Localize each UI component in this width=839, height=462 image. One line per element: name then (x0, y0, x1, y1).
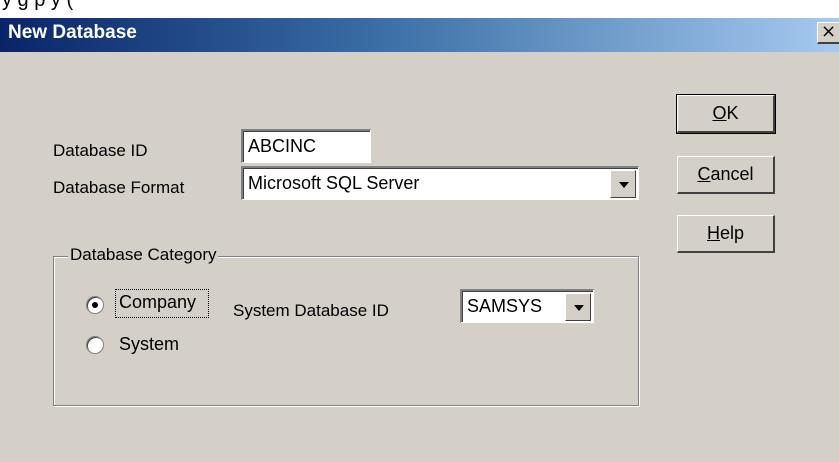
dialog-titlebar[interactable]: New Database × (0, 18, 839, 52)
background-window-text-content: y g p y ( (2, 0, 74, 11)
chevron-down-icon[interactable] (565, 293, 591, 321)
system-label[interactable]: System (119, 334, 179, 354)
system-database-id-label: System Database ID (233, 301, 389, 320)
dialog-title: New Database (8, 22, 137, 43)
company-radio[interactable] (86, 296, 104, 314)
cancel-button[interactable]: Cancel (677, 156, 775, 194)
cancel-accelerator: C (697, 164, 711, 184)
system-radio[interactable] (86, 336, 104, 354)
ok-button[interactable]: OK (676, 94, 776, 134)
close-icon: × (820, 21, 837, 42)
database-format-value: Microsoft SQL Server (248, 173, 420, 193)
database-id-label: Database ID (53, 141, 148, 160)
database-format-select[interactable]: Microsoft SQL Server (241, 166, 639, 200)
radio-selected-icon (92, 302, 98, 308)
company-label[interactable]: Company (119, 292, 196, 312)
database-category-legend: Database Category (68, 244, 219, 266)
ok-accelerator: O (712, 103, 727, 123)
chevron-down-icon[interactable] (610, 170, 636, 198)
help-accelerator: H (706, 223, 720, 243)
help-button[interactable]: Help (677, 215, 775, 253)
cancel-label: ancel (710, 164, 754, 184)
database-format-label: Database Format (53, 178, 185, 197)
system-database-id-value: SAMSYS (467, 296, 543, 316)
background-window-text: y g p y ( (0, 0, 839, 18)
database-id-value: ABCINC (248, 136, 317, 156)
close-button[interactable]: × (817, 22, 839, 44)
database-category-group (53, 256, 639, 406)
system-database-id-select[interactable]: SAMSYS (460, 289, 594, 323)
database-id-input[interactable]: ABCINC (241, 129, 371, 163)
ok-label: K (726, 103, 739, 123)
help-label: elp (719, 223, 745, 243)
